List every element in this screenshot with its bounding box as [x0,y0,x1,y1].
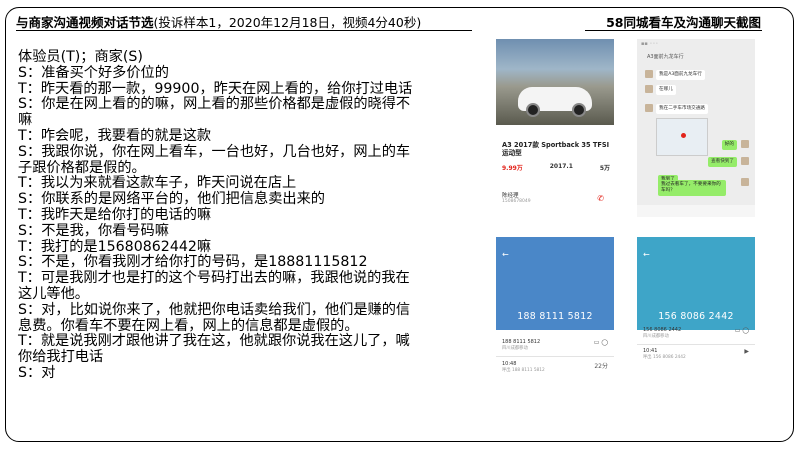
transcript-line: 体验员(T)；商家(S) [18,49,143,65]
header-subtitle: (投诉样本1，2020年12月18日，视频4分40秒) [153,15,422,30]
transcript-line: S：我跟你说，你在网上看车，一台也好，几台也好，网上的车子跟价格都是假的。 [18,143,411,176]
call-log-row: 188 8111 5812 四川成都移动 ▭ ◯ [502,339,608,351]
transcript-line: S：准备买个好多价位的 [18,64,169,81]
location-map [656,118,708,156]
back-arrow-icon: ← [643,250,650,259]
transcript-line: S：对 [18,364,56,381]
chat-input-bar [637,205,755,217]
transcript-line: T：可是我刚才也是打的这个号码打出去的嘛，我跟他说的我在这儿等他。 [18,270,410,302]
transcript-line: S：对，比如说你来了，他就把你电话卖给我们，他们是赚的信息费。你看车不要在网上看… [18,301,411,334]
divider [637,344,755,345]
listing-mileage: 5万 [599,165,610,172]
chat-message: 查看快到了 [708,157,737,167]
listing-stats: 9.99万 2017.1 5万 [502,163,610,172]
divider [496,356,614,357]
avatar [645,85,653,93]
chat-message: 我在二手车市场交通路 [656,104,708,114]
header-underline-left [16,30,472,31]
header-title-main: 与商家沟通视频对话节选 [16,15,154,30]
header-underline-right [585,30,762,31]
listing-title: A3 2017款 Sportback 35 TFSI 运动型 [502,141,610,157]
header-title: 与商家沟通视频对话节选(投诉样本1，2020年12月18日，视频4分40秒) [16,12,421,31]
chat-header: ▪▪ ◦◦◦ A3面前九龙车行 [637,39,755,67]
transcript-line: T：我以为来就看这款车子，昨天问说在店上 [18,175,297,192]
dialogue-transcript: 体验员(T)；商家(S) S：准备买个好多价位的 T：昨天看的那一款，99900… [18,49,423,382]
call-log-row: 10:48 呼出 188 8111 5812 22分 [502,361,608,373]
call-screenshot-1: ← 188 8111 5812 188 8111 5812 四川成都移动 ▭ ◯… [496,237,614,426]
play-icon: ▶ [744,348,749,355]
chat-screenshot: ▪▪ ◦◦◦ A3面前九龙车行 我是A3面前九龙车行 在哪儿 我在二手车市场交通… [637,39,755,217]
call-number: 156 8086 2442 [658,311,734,322]
call-header: ← 156 8086 2442 [637,237,755,330]
call-log-row: 10:41 呼出 156 8086 2442 ▶ [643,348,749,360]
avatar [645,70,653,78]
transcript-line: S：你是在网上看的的嘛，网上看的那些价格都是虚假的晓得不嘛 [18,96,411,129]
avatar [645,104,653,112]
transcript-line: S：你联系的是网络平台的，他们把信息卖出来的 [18,191,325,208]
transcript-line: T：咋会呢，我要看的就是这款 [18,127,212,144]
transcript-line: T：就是说我刚才跟他讲了我在这，他就跟你说我在这儿了，喊你给我打电话 [18,333,410,366]
transcript-line: T：我昨天是给你打的电话的嘛 [18,206,212,223]
call-screenshot-2: ← 156 8086 2442 156 8086 2442 四川成都移动 ▭ ◯… [637,237,755,426]
avatar [741,140,749,148]
transcript-line: T：我打的是15680862442嘛 [18,238,212,255]
car-listing-screenshot: A3 2017款 Sportback 35 TFSI 运动型 9.99万 201… [496,39,614,210]
phone-icon: ✆ [597,194,604,203]
chat-message: 我是A3面前九龙车行 [656,70,705,80]
car-wheel-icon [572,103,586,117]
chat-message: 好的 [721,140,737,150]
call-header: ← 188 8111 5812 [496,237,614,330]
car-photo [496,39,614,125]
listing-seller: 陈经理 1508678049 [502,193,531,204]
call-log-row: 156 8086 2442 四川成都移动 ▭ ◯ [643,327,749,339]
listing-year: 2017.1 [549,163,573,170]
transcript-line: S：不是，你看我刚才给你打的号码，是18881115812 [18,254,368,271]
transcript-line: S：不是我，你看号码嘛 [18,222,169,239]
video-call-icon: ▭ ◯ [734,327,749,334]
avatar [741,178,749,186]
header-right-title: 58同城看车及沟通聊天截图 [606,15,761,30]
video-call-icon: ▭ ◯ [593,339,608,346]
back-arrow-icon: ← [502,250,509,259]
chat-message: 在哪儿 [656,85,676,95]
call-number: 188 8111 5812 [517,311,593,322]
avatar [741,157,749,165]
car-wheel-icon [526,103,540,117]
chat-message: 我过去看车了，不要要来你的车吗？ [658,180,726,196]
listing-price: 9.99万 [502,165,523,172]
